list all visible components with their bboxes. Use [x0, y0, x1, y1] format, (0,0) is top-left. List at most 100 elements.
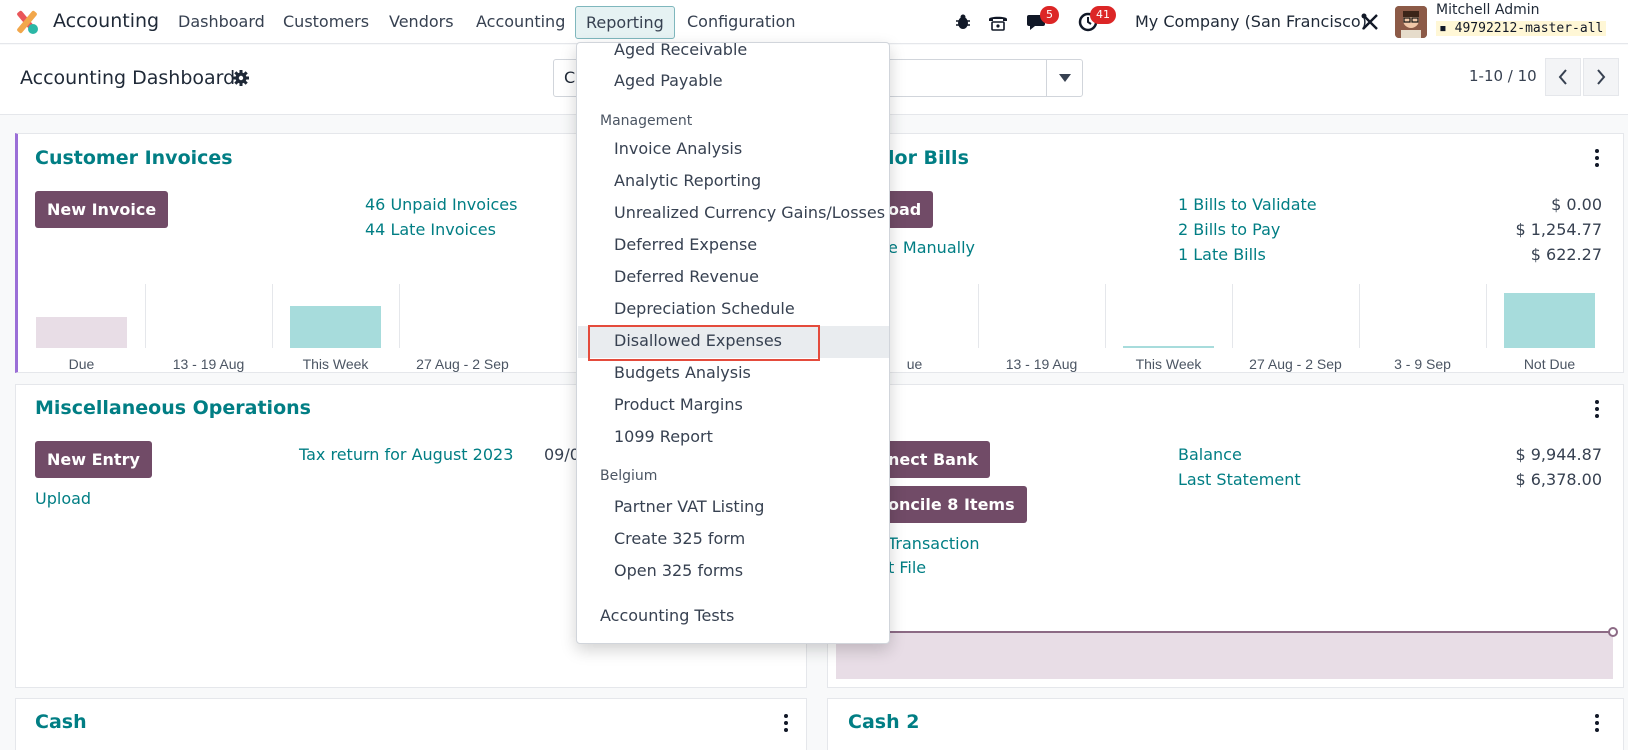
pager-previous-button[interactable]	[1545, 58, 1581, 96]
bank-card: nect Bank oncile 8 Items Transaction t F…	[827, 384, 1624, 688]
chart-gridline	[1105, 284, 1106, 348]
menu-aged-payable[interactable]: Aged Payable	[614, 71, 723, 90]
gear-icon[interactable]	[232, 69, 250, 87]
pager-value[interactable]: 1-10 / 10	[1469, 67, 1537, 85]
chart-gridline	[145, 284, 146, 348]
cash-menu-icon[interactable]	[783, 714, 789, 732]
caret-down-icon	[1058, 74, 1071, 82]
management-section-header: Management	[600, 113, 693, 129]
menu-invoice-analysis[interactable]: Invoice Analysis	[614, 139, 742, 158]
menu-unrealized-currency[interactable]: Unrealized Currency Gains/Losses	[614, 203, 885, 222]
search-options-toggle[interactable]	[1046, 60, 1082, 96]
late-invoices-link[interactable]: 44 Late Invoices	[365, 220, 496, 239]
app-name[interactable]: Accounting	[53, 10, 159, 32]
last-statement-amount: $ 6,378.00	[1515, 470, 1602, 489]
bills-to-pay-link[interactable]: 2 Bills to Pay	[1178, 220, 1280, 239]
activities-badge: 41	[1090, 6, 1116, 24]
bills-to-validate-amount: $ 0.00	[1551, 195, 1602, 214]
chart-x-tick-label: 3 - 9 Sep	[1394, 356, 1451, 372]
menu-budgets-analysis[interactable]: Budgets Analysis	[614, 363, 751, 382]
debug-bug-icon[interactable]	[952, 8, 974, 36]
chart-gridline	[272, 284, 273, 348]
menu-deferred-expense[interactable]: Deferred Expense	[614, 235, 757, 254]
menu-analytic-reporting[interactable]: Analytic Reporting	[614, 171, 761, 190]
balance-amount: $ 9,944.87	[1515, 445, 1602, 464]
chart-x-tick-label: Due	[68, 356, 95, 372]
chart-x-tick-label: 13 - 19 Aug	[1005, 356, 1078, 372]
new-entry-button[interactable]: New Entry	[35, 441, 152, 478]
chart-x-tick-label: This Week	[1135, 356, 1202, 372]
bills-to-validate-link[interactable]: 1 Bills to Validate	[1178, 195, 1317, 214]
tools-icon[interactable]	[1358, 8, 1382, 36]
menu-configuration[interactable]: Configuration	[687, 12, 796, 31]
menu-reporting[interactable]: Reporting	[575, 6, 675, 39]
menu-create-325-form[interactable]: Create 325 form	[614, 529, 745, 548]
create-manually-link[interactable]: e Manually	[888, 238, 975, 257]
company-switcher[interactable]: My Company (San Francisco)	[1135, 12, 1367, 31]
phone-icon[interactable]	[985, 8, 1011, 36]
menu-open-325-forms[interactable]: Open 325 forms	[614, 561, 743, 580]
menu-product-margins[interactable]: Product Margins	[614, 395, 743, 414]
menu-accounting[interactable]: Accounting	[476, 12, 565, 31]
misc-upload-link[interactable]: Upload	[35, 489, 91, 508]
bank-balance-point	[1608, 627, 1618, 637]
menu-accounting-tests[interactable]: Accounting Tests	[600, 606, 734, 625]
chart-x-tick-label: 27 Aug - 2 Sep	[416, 356, 509, 372]
messages-badge: 5	[1040, 6, 1059, 24]
chevron-left-icon	[1558, 69, 1567, 85]
late-bills-amount: $ 622.27	[1530, 245, 1602, 264]
chart-gridline	[1232, 284, 1233, 348]
cash2-card: Cash 2	[827, 698, 1624, 750]
unpaid-invoices-link[interactable]: 46 Unpaid Invoices	[365, 195, 517, 214]
belgium-section-header: Belgium	[600, 468, 658, 484]
new-invoice-button[interactable]: New Invoice	[35, 191, 169, 228]
reporting-dropdown-menu: Aged Receivable Aged Payable Management …	[576, 42, 890, 644]
reconcile-items-button[interactable]: oncile 8 Items	[868, 486, 1027, 523]
chart-bar[interactable]	[1503, 293, 1596, 348]
balance-link[interactable]: Balance	[1178, 445, 1242, 464]
menu-1099-report[interactable]: 1099 Report	[614, 427, 713, 446]
database-icon: ▪	[1439, 21, 1447, 36]
menu-customers[interactable]: Customers	[283, 12, 369, 31]
cash2-menu-icon[interactable]	[1594, 714, 1600, 732]
cash-title[interactable]: Cash	[35, 711, 87, 733]
menu-dashboard[interactable]: Dashboard	[178, 12, 265, 31]
menu-partner-vat-listing[interactable]: Partner VAT Listing	[614, 497, 764, 516]
bills-to-pay-amount: $ 1,254.77	[1515, 220, 1602, 239]
chart-bar[interactable]	[1122, 346, 1215, 348]
vendor-bills-menu-icon[interactable]	[1594, 149, 1600, 167]
menu-vendors[interactable]: Vendors	[389, 12, 454, 31]
bank-balance-graph[interactable]	[836, 623, 1621, 679]
bank-menu-icon[interactable]	[1594, 400, 1600, 418]
chart-gridline	[1359, 284, 1360, 348]
menu-aged-receivable[interactable]: Aged Receivable	[614, 43, 747, 59]
chart-gridline	[978, 284, 979, 348]
last-statement-link[interactable]: Last Statement	[1178, 470, 1301, 489]
new-transaction-link[interactable]: Transaction	[888, 534, 980, 553]
chart-gridline	[399, 284, 400, 348]
chart-x-tick-label: 13 - 19 Aug	[172, 356, 245, 372]
bank-balance-area	[836, 632, 1613, 679]
late-bills-link[interactable]: 1 Late Bills	[1178, 245, 1266, 264]
user-name[interactable]: Mitchell Admin	[1436, 2, 1540, 18]
cash2-title[interactable]: Cash 2	[848, 711, 919, 733]
chart-x-tick-label: 27 Aug - 2 Sep	[1249, 356, 1342, 372]
customer-invoices-title[interactable]: Customer Invoices	[35, 147, 233, 169]
menu-deferred-revenue[interactable]: Deferred Revenue	[614, 267, 759, 286]
user-avatar[interactable]	[1395, 6, 1427, 38]
vendor-bills-title[interactable]: lor Bills	[888, 147, 969, 169]
import-file-link[interactable]: t File	[888, 558, 926, 577]
cash-card: Cash	[15, 698, 807, 750]
chart-bar[interactable]	[35, 317, 128, 348]
accounting-app-icon[interactable]	[14, 9, 40, 35]
menu-disallowed-expenses[interactable]: Disallowed Expenses	[614, 331, 782, 350]
misc-operations-title[interactable]: Miscellaneous Operations	[35, 397, 311, 419]
database-label: 49792212-master-all	[1454, 21, 1604, 36]
chart-bar[interactable]	[289, 306, 382, 348]
vendor-bills-chart[interactable]: ue 13 - 19 Aug This Week 27 Aug - 2 Sep 3 - …	[828, 284, 1623, 372]
pager-next-button[interactable]	[1583, 58, 1619, 96]
chart-x-tick-label: Not Due	[1523, 356, 1576, 372]
menu-depreciation-schedule[interactable]: Depreciation Schedule	[614, 299, 795, 318]
tax-return-link[interactable]: Tax return for August 2023	[299, 445, 513, 464]
chart-gridline	[1486, 284, 1487, 348]
